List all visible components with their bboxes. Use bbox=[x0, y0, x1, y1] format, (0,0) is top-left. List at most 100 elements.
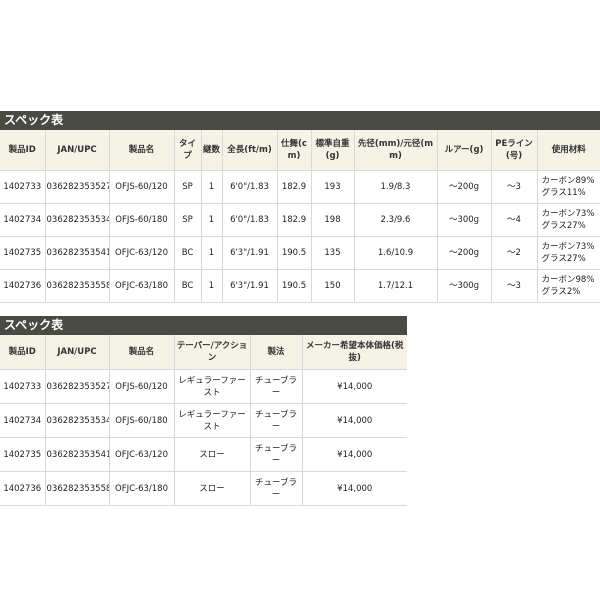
cell-product-name: OFJS-60/180 bbox=[108, 403, 174, 438]
cell-diameter: 1.6/10.9 bbox=[353, 236, 437, 270]
table-row: 1402735 036282353541 OFJC-63/120 BC 1 6'… bbox=[0, 236, 600, 270]
header-product-name: 製品名 bbox=[108, 130, 174, 171]
spec-table-section-2: スペック表 製品ID JAN/UPC 製品名 テーパー/アクション 製法 メーカ… bbox=[0, 316, 407, 506]
cell-lure: ～200g bbox=[436, 170, 491, 204]
cell-product-name: OFJC-63/120 bbox=[108, 236, 174, 270]
header-length: 全長(ft/m) bbox=[221, 130, 277, 171]
cell-taper-action: スロー bbox=[173, 471, 250, 506]
cell-construction: チューブラー bbox=[249, 369, 302, 404]
header-type: タイプ bbox=[173, 130, 201, 171]
cell-jan-upc: 036282353541 bbox=[44, 236, 109, 270]
header-product-id: 製品ID bbox=[0, 130, 45, 171]
cell-lure: ～300g bbox=[436, 203, 491, 237]
cell-weight: 193 bbox=[310, 170, 354, 204]
cell-jan-upc: 036282353534 bbox=[44, 203, 109, 237]
cell-pe-line: ～3 bbox=[490, 170, 537, 204]
cell-product-name: OFJC-63/180 bbox=[108, 471, 174, 506]
cell-weight: 150 bbox=[310, 269, 354, 303]
cell-taper-action: スロー bbox=[173, 437, 250, 472]
cell-material: カーボン89%グラス11% bbox=[536, 170, 600, 204]
cell-jan-upc: 036282353534 bbox=[44, 403, 109, 438]
cell-product-name: OFJS-60/120 bbox=[108, 369, 174, 404]
cell-length: 6'0"/1.83 bbox=[221, 170, 277, 204]
cell-jan-upc: 036282353541 bbox=[44, 437, 109, 472]
table-row: 1402736 036282353558 OFJC-63/180 スロー チュー… bbox=[0, 471, 407, 506]
cell-product-id: 1402733 bbox=[0, 369, 45, 404]
cell-product-id: 1402734 bbox=[0, 203, 45, 237]
section-title: スペック表 bbox=[0, 316, 407, 335]
table-row: 1402735 036282353541 OFJC-63/120 スロー チュー… bbox=[0, 437, 407, 472]
table-header-row: 製品ID JAN/UPC 製品名 テーパー/アクション 製法 メーカー希望本体価… bbox=[0, 335, 407, 370]
price-table: 製品ID JAN/UPC 製品名 テーパー/アクション 製法 メーカー希望本体価… bbox=[0, 335, 407, 506]
cell-weight: 198 bbox=[310, 203, 354, 237]
table-header-row: 製品ID JAN/UPC 製品名 タイプ 継数 全長(ft/m) 仕舞(cm) … bbox=[0, 130, 600, 171]
section-title: スペック表 bbox=[0, 111, 600, 130]
spec-table-section-1: スペック表 製品ID JAN/UPC 製品名 タイプ 継数 全長(ft/m) 仕… bbox=[0, 111, 600, 303]
cell-type: SP bbox=[173, 203, 201, 237]
spec-table: 製品ID JAN/UPC 製品名 タイプ 継数 全長(ft/m) 仕舞(cm) … bbox=[0, 130, 600, 303]
cell-taper-action: レギュラーファースト bbox=[173, 403, 250, 438]
cell-product-name: OFJS-60/120 bbox=[108, 170, 174, 204]
header-closed-length: 仕舞(cm) bbox=[276, 130, 311, 171]
header-product-name: 製品名 bbox=[108, 335, 174, 370]
cell-diameter: 1.9/8.3 bbox=[353, 170, 437, 204]
table-row: 1402734 036282353534 OFJS-60/180 SP 1 6'… bbox=[0, 203, 600, 237]
cell-product-id: 1402734 bbox=[0, 403, 45, 438]
cell-length: 6'3"/1.91 bbox=[221, 236, 277, 270]
cell-price: ¥14,000 bbox=[301, 369, 407, 404]
cell-construction: チューブラー bbox=[249, 471, 302, 506]
cell-closed-length: 190.5 bbox=[276, 236, 311, 270]
cell-material: カーボン73%グラス27% bbox=[536, 236, 600, 270]
cell-product-name: OFJS-60/180 bbox=[108, 203, 174, 237]
cell-pe-line: ～4 bbox=[490, 203, 537, 237]
header-material: 使用材料 bbox=[536, 130, 600, 171]
table-row: 1402736 036282353558 OFJC-63/180 BC 1 6'… bbox=[0, 269, 600, 303]
cell-lure: ～300g bbox=[436, 269, 491, 303]
header-lure: ルアー(g) bbox=[436, 130, 491, 171]
cell-jan-upc: 036282353527 bbox=[44, 369, 109, 404]
cell-product-id: 1402735 bbox=[0, 437, 45, 472]
header-tip-butt-diameter: 先径(mm)/元径(mm) bbox=[353, 130, 437, 171]
cell-price: ¥14,000 bbox=[301, 403, 407, 438]
cell-product-id: 1402736 bbox=[0, 269, 45, 303]
cell-closed-length: 182.9 bbox=[276, 170, 311, 204]
cell-pieces: 1 bbox=[200, 236, 222, 270]
header-construction: 製法 bbox=[249, 335, 302, 370]
cell-material: カーボン73%グラス27% bbox=[536, 203, 600, 237]
cell-product-id: 1402735 bbox=[0, 236, 45, 270]
cell-jan-upc: 036282353558 bbox=[44, 471, 109, 506]
cell-lure: ～200g bbox=[436, 236, 491, 270]
header-product-id: 製品ID bbox=[0, 335, 45, 370]
cell-closed-length: 182.9 bbox=[276, 203, 311, 237]
cell-diameter: 1.7/12.1 bbox=[353, 269, 437, 303]
cell-jan-upc: 036282353527 bbox=[44, 170, 109, 204]
cell-price: ¥14,000 bbox=[301, 437, 407, 472]
header-pieces: 継数 bbox=[200, 130, 222, 171]
table-row: 1402733 036282353527 OFJS-60/120 レギュラーファ… bbox=[0, 369, 407, 404]
cell-pe-line: ～3 bbox=[490, 269, 537, 303]
header-jan-upc: JAN/UPC bbox=[44, 130, 109, 171]
cell-pieces: 1 bbox=[200, 203, 222, 237]
cell-diameter: 2.3/9.6 bbox=[353, 203, 437, 237]
cell-pe-line: ～2 bbox=[490, 236, 537, 270]
cell-product-name: OFJC-63/180 bbox=[108, 269, 174, 303]
cell-construction: チューブラー bbox=[249, 403, 302, 438]
header-taper-action: テーパー/アクション bbox=[173, 335, 250, 370]
cell-weight: 135 bbox=[310, 236, 354, 270]
cell-product-id: 1402736 bbox=[0, 471, 45, 506]
cell-type: BC bbox=[173, 236, 201, 270]
cell-jan-upc: 036282353558 bbox=[44, 269, 109, 303]
cell-pieces: 1 bbox=[200, 269, 222, 303]
table-row: 1402733 036282353527 OFJS-60/120 SP 1 6'… bbox=[0, 170, 600, 204]
cell-type: SP bbox=[173, 170, 201, 204]
table-row: 1402734 036282353534 OFJS-60/180 レギュラーファ… bbox=[0, 403, 407, 438]
cell-pieces: 1 bbox=[200, 170, 222, 204]
cell-length: 6'3"/1.91 bbox=[221, 269, 277, 303]
header-weight: 標準自重(g) bbox=[310, 130, 354, 171]
header-msrp: メーカー希望本体価格(税抜) bbox=[301, 335, 407, 370]
cell-type: BC bbox=[173, 269, 201, 303]
cell-closed-length: 190.5 bbox=[276, 269, 311, 303]
cell-material: カーボン98%グラス2% bbox=[536, 269, 600, 303]
cell-taper-action: レギュラーファースト bbox=[173, 369, 250, 404]
cell-length: 6'0"/1.83 bbox=[221, 203, 277, 237]
